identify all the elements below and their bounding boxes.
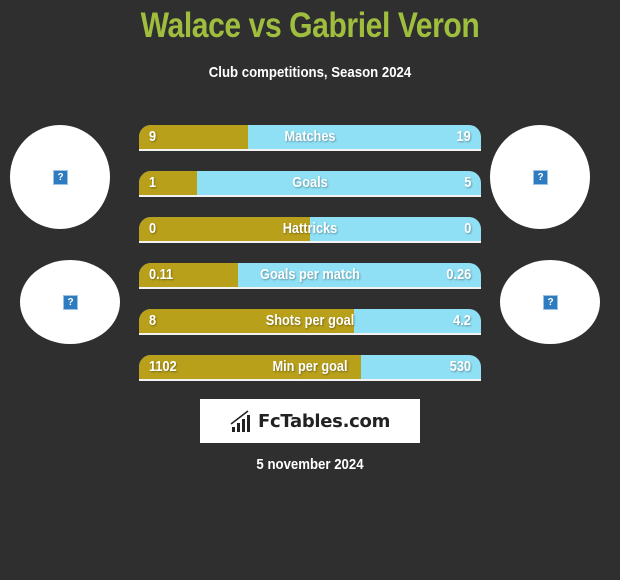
stat-label: Shots per goal	[265, 312, 355, 329]
stat-row-matches: Matches 9 19	[139, 125, 481, 151]
left-value: 1	[149, 174, 157, 191]
stat-row-shots-per-goal: Shots per goal 8 4.2	[139, 309, 481, 335]
right-value: 5	[463, 174, 471, 191]
logo-text: FcTables.com	[257, 410, 391, 432]
left-player-photo: ?	[10, 125, 110, 229]
left-value: 9	[149, 128, 157, 145]
right-player-photo: ?	[490, 125, 590, 229]
right-value: 0.26	[446, 266, 471, 283]
left-value: 1102	[149, 358, 177, 375]
stat-label: Hattricks	[282, 220, 338, 237]
right-value: 4.2	[453, 312, 471, 329]
stat-row-hattricks: Hattricks 0 0	[139, 217, 481, 243]
broken-image-icon: ?	[533, 170, 548, 185]
stat-row-min-per-goal: Min per goal 1102 530	[139, 355, 481, 381]
right-value: 19	[456, 128, 471, 145]
broken-image-icon: ?	[53, 170, 68, 185]
broken-image-icon: ?	[63, 295, 78, 310]
stat-label: Matches	[284, 128, 336, 145]
left-value: 8	[149, 312, 157, 329]
left-club-logo: ?	[20, 260, 120, 344]
right-value: 0	[463, 220, 471, 237]
left-value: 0.11	[149, 266, 174, 283]
right-value: 530	[449, 358, 471, 375]
stat-row-goals-per-match: Goals per match 0.11 0.26	[139, 263, 481, 289]
stat-label: Goals per match	[260, 266, 360, 283]
left-value: 0	[149, 220, 157, 237]
stat-row-goals: Goals 1 5	[139, 171, 481, 197]
page-title: Walace vs Gabriel Veron	[140, 6, 480, 45]
fctables-logo[interactable]: FcTables.com	[200, 399, 420, 443]
report-date: 5 november 2024	[256, 456, 364, 473]
stat-label: Min per goal	[272, 358, 348, 375]
right-club-logo: ?	[500, 260, 600, 344]
bar-chart-icon	[230, 410, 250, 432]
stat-label: Goals	[292, 174, 328, 191]
broken-image-icon: ?	[543, 295, 558, 310]
competition-subtitle: Club competitions, Season 2024	[208, 64, 412, 81]
